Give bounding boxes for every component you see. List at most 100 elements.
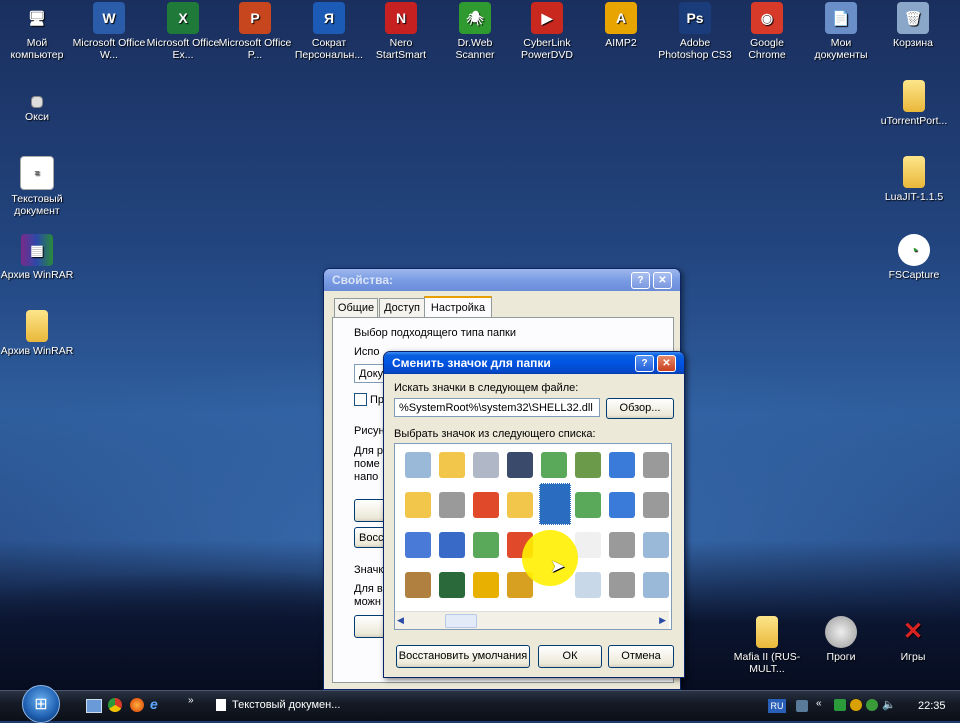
- desktop-icon-games[interactable]: ✕ Игры: [876, 616, 950, 664]
- printer-disk-icon[interactable]: [641, 490, 671, 520]
- desktop-icon-mafia[interactable]: Mafia II (RUS-MULT...: [730, 616, 804, 675]
- font-folder-icon[interactable]: [437, 530, 467, 560]
- desktop-icon-winrar-folder[interactable]: Архив WinRAR: [0, 310, 74, 357]
- clock[interactable]: 22:35: [918, 691, 946, 721]
- printer-icon[interactable]: [641, 450, 671, 480]
- nero-icon: N: [385, 2, 417, 34]
- display-app-icon[interactable]: [437, 570, 467, 600]
- tab-general[interactable]: Общие: [334, 298, 378, 318]
- lock-icon[interactable]: [505, 450, 535, 480]
- horizontal-scrollbar[interactable]: ◀ ▶: [395, 611, 669, 629]
- recycle-bin-empty-icon-glyph: [643, 532, 669, 558]
- tab-sharing[interactable]: Доступ: [379, 298, 425, 318]
- help-button[interactable]: ?: [631, 272, 650, 289]
- start-button[interactable]: ⊞: [22, 685, 60, 723]
- printer-list-icon[interactable]: [607, 570, 637, 600]
- tab-customize[interactable]: Настройка: [424, 296, 492, 319]
- folder-search-icon-glyph: [507, 492, 533, 518]
- scroll-thumb[interactable]: [445, 614, 477, 628]
- network-pc-icon[interactable]: [539, 450, 569, 480]
- powerpoint-icon: P: [239, 2, 271, 34]
- folder-person-icon[interactable]: [403, 490, 433, 520]
- folder-search-icon[interactable]: [505, 490, 535, 520]
- windows-flag-icon[interactable]: [471, 490, 501, 520]
- desktop-icon-my-documents[interactable]: 📄 Мои документы: [804, 2, 878, 61]
- desktop-icon-my-computer[interactable]: 🖥 Мой компьютер: [0, 2, 74, 61]
- apply-subfolders-checkbox[interactable]: [354, 393, 367, 406]
- recycle-bin-full-icon[interactable]: [403, 450, 433, 480]
- dialog-titlebar[interactable]: Сменить значок для папки ? ✕: [384, 352, 684, 374]
- icon-list-label: Выбрать значок из следующего списка:: [394, 428, 596, 440]
- tray-icon-1[interactable]: [834, 699, 846, 711]
- search-doc-icon[interactable]: [573, 570, 603, 600]
- recycle-bin-empty-icon[interactable]: [641, 530, 671, 560]
- laptop-icon[interactable]: [403, 530, 433, 560]
- recycle-bin-icon[interactable]: [641, 570, 671, 600]
- network-tray-icon[interactable]: [796, 700, 808, 712]
- printer-folder-icon[interactable]: [437, 490, 467, 520]
- powerdvd-icon: ▶: [531, 2, 563, 34]
- search-file-label: Искать значки в следующем файле:: [394, 382, 579, 394]
- properties-titlebar[interactable]: Свойства: ? ✕: [324, 269, 680, 291]
- desktop-icon-programs[interactable]: Проги: [804, 616, 878, 663]
- language-indicator[interactable]: RU: [768, 699, 786, 713]
- desktop-icon-label: Мой компьютер: [10, 37, 64, 61]
- browse-button[interactable]: Обзор...: [606, 398, 674, 419]
- desktop-icon-nero[interactable]: N Nero StartSmart: [364, 2, 438, 61]
- recycle-bin-full-icon-glyph: [405, 452, 431, 478]
- tools-folder-icon[interactable]: [403, 570, 433, 600]
- desktop-icon-powerpoint[interactable]: P Microsoft Office P...: [218, 2, 292, 61]
- scroll-left-icon[interactable]: ◀: [397, 615, 404, 626]
- network-drive-icon[interactable]: [573, 490, 603, 520]
- close-button[interactable]: ✕: [653, 272, 672, 289]
- cd-drive-icon[interactable]: [471, 450, 501, 480]
- volume-icon[interactable]: 🔈: [882, 698, 896, 711]
- desktop-icon-drweb[interactable]: 🕷 Dr.Web Scanner: [438, 2, 512, 61]
- desktop-icon-excel[interactable]: X Microsoft Office Ex...: [146, 2, 220, 61]
- close-button[interactable]: ✕: [657, 355, 676, 372]
- scroll-right-icon[interactable]: ▶: [659, 615, 666, 626]
- font-folder-icon-glyph: [439, 532, 465, 558]
- monitor-icon[interactable]: [607, 450, 637, 480]
- folder-doc-icon[interactable]: [437, 450, 467, 480]
- desktop-icon-label: Текстовый документ: [11, 193, 63, 217]
- firefox-quicklaunch-icon[interactable]: [130, 698, 144, 712]
- desktop-icon-chrome[interactable]: ◉ Google Chrome: [730, 2, 804, 61]
- taskbar-task-text-document[interactable]: Текстовый докумен...: [210, 693, 360, 717]
- tray-icon-3[interactable]: [866, 699, 878, 711]
- monitor-settings-icon[interactable]: [607, 490, 637, 520]
- monitor-icon-glyph: [609, 452, 635, 478]
- desktop-icon-socrat[interactable]: Я Сократ Персональн...: [292, 2, 366, 61]
- tray-icon-2[interactable]: [850, 699, 862, 711]
- desktop-icon-utorrent[interactable]: uTorrentPort...: [874, 80, 954, 127]
- icon-file-path-input[interactable]: %SystemRoot%\system32\SHELL32.dll: [394, 398, 600, 417]
- network-share-icon[interactable]: [471, 530, 501, 560]
- ok-button[interactable]: ОК: [538, 645, 602, 668]
- help-button[interactable]: ?: [635, 355, 654, 372]
- show-desktop-icon[interactable]: [86, 699, 102, 713]
- desktop-icon-recycle-bin[interactable]: 🗑 Корзина: [876, 2, 950, 49]
- group-folder-pictures: Рисун: [354, 425, 385, 437]
- expand-tray-icon[interactable]: «: [816, 698, 822, 709]
- desktop-icon-fscapture[interactable]: ◔ FSCapture: [874, 234, 954, 281]
- star-folder-icon[interactable]: [471, 570, 501, 600]
- desktop-icon-luajit[interactable]: LuaJIT-1.1.5: [874, 156, 954, 203]
- desktop-icon-label: Архив WinRAR: [0, 345, 74, 357]
- desktop-icon-oksi[interactable]: Окси: [0, 96, 74, 123]
- users-icon[interactable]: [573, 450, 603, 480]
- printer-network-icon[interactable]: [607, 530, 637, 560]
- desktop-icon-aimp[interactable]: A AIMP2: [584, 2, 658, 49]
- restore-defaults-button[interactable]: Восстановить умолчания: [396, 645, 530, 668]
- desktop-icon-word[interactable]: W Microsoft Office W...: [72, 2, 146, 61]
- desktop-icon-winrar-archive[interactable]: ▦ Архив WinRAR: [0, 234, 74, 281]
- cancel-button[interactable]: Отмена: [608, 645, 674, 668]
- desktop-icon-photoshop[interactable]: Ps Adobe Photoshop CS3: [658, 2, 732, 61]
- selected-blank-icon[interactable]: [539, 483, 571, 525]
- desktop-icon-text-document[interactable]: ≡ Текстовый документ: [0, 156, 74, 217]
- desktop-icon-powerdvd[interactable]: ▶ CyberLink PowerDVD: [510, 2, 584, 61]
- paper-icon-glyph: [575, 532, 601, 558]
- chrome-quicklaunch-icon[interactable]: [108, 698, 122, 712]
- ie-quicklaunch-icon[interactable]: e: [150, 696, 158, 712]
- desktop-icon-label: Корзина: [893, 37, 933, 49]
- quicklaunch-expand-icon[interactable]: »: [188, 695, 194, 706]
